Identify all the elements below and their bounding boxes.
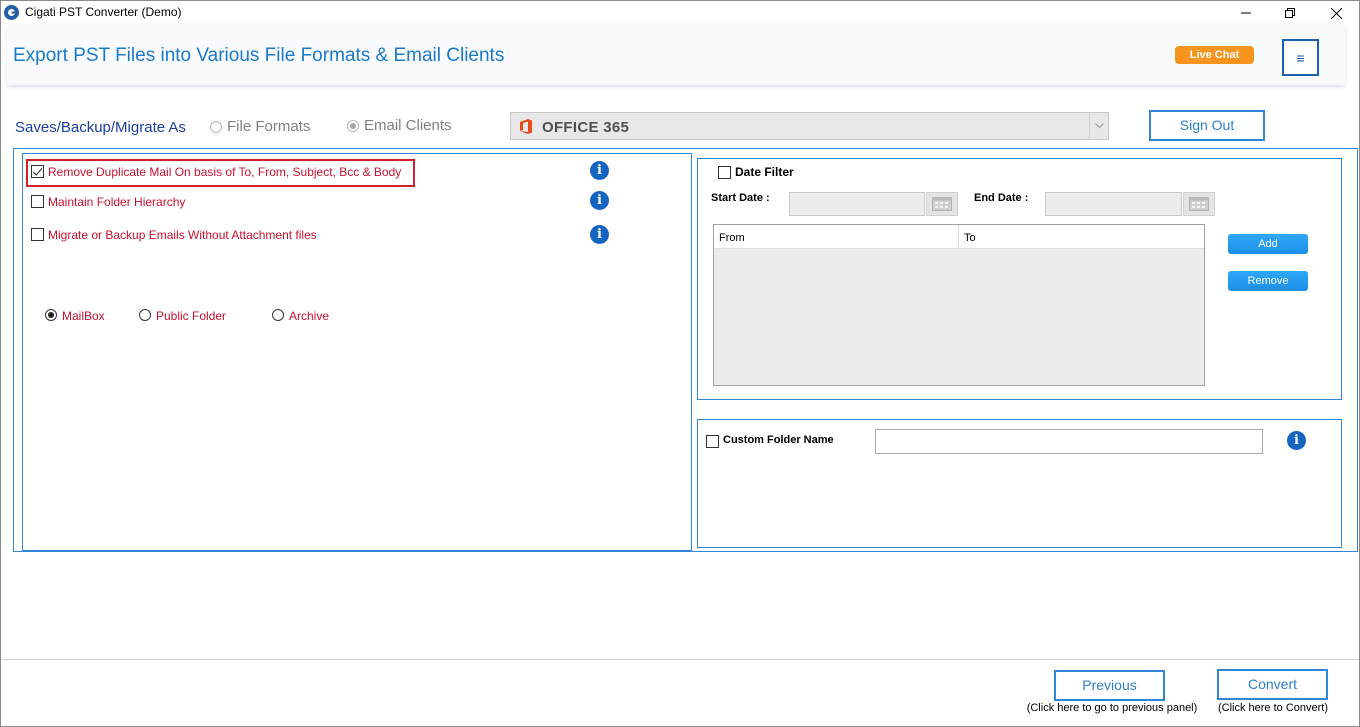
end-date-calendar-button[interactable] bbox=[1183, 192, 1215, 216]
restore-icon bbox=[1285, 8, 1295, 18]
date-filter-checkbox[interactable] bbox=[718, 166, 731, 179]
start-date-label: Start Date : bbox=[711, 192, 770, 204]
remove-duplicate-label: Remove Duplicate Mail On basis of To, Fr… bbox=[48, 165, 402, 179]
email-clients-radio[interactable] bbox=[347, 120, 359, 132]
custom-folder-name-input[interactable] bbox=[875, 429, 1263, 454]
app-logo-icon bbox=[4, 5, 19, 20]
maintain-hierarchy-checkbox[interactable] bbox=[31, 195, 44, 208]
minimize-button[interactable] bbox=[1223, 1, 1269, 25]
table-header: From To bbox=[714, 225, 1204, 249]
calendar-icon bbox=[1189, 197, 1209, 211]
start-date-input[interactable] bbox=[789, 192, 925, 216]
restore-button[interactable] bbox=[1267, 1, 1313, 25]
end-date-label: End Date : bbox=[974, 192, 1029, 204]
live-chat-button[interactable]: Live Chat bbox=[1175, 46, 1254, 64]
close-button[interactable] bbox=[1313, 1, 1359, 25]
options-panel bbox=[22, 153, 692, 551]
add-date-range-button[interactable]: Add bbox=[1228, 234, 1308, 254]
selected-email-client: OFFICE 365 bbox=[542, 119, 630, 136]
previous-hint: (Click here to go to previous panel) bbox=[1026, 702, 1198, 714]
chevron-down-icon bbox=[1094, 123, 1104, 129]
header-banner: Export PST Files into Various File Forma… bbox=[7, 25, 1345, 85]
page-title: Export PST Files into Various File Forma… bbox=[13, 45, 505, 66]
hamburger-icon: ≡ bbox=[1296, 49, 1305, 66]
minimize-icon bbox=[1241, 12, 1251, 14]
info-icon[interactable]: i bbox=[590, 161, 609, 180]
public-folder-radio[interactable] bbox=[139, 309, 151, 321]
file-formats-label: File Formats bbox=[227, 118, 311, 135]
custom-folder-checkbox[interactable] bbox=[706, 435, 719, 448]
calendar-icon bbox=[932, 197, 952, 211]
info-icon[interactable]: i bbox=[590, 191, 609, 210]
info-icon[interactable]: i bbox=[590, 225, 609, 244]
start-date-calendar-button[interactable] bbox=[926, 192, 958, 216]
without-attachment-checkbox[interactable] bbox=[31, 228, 44, 241]
remove-duplicate-checkbox[interactable] bbox=[31, 165, 44, 178]
convert-hint: (Click here to Convert) bbox=[1217, 702, 1329, 714]
archive-radio[interactable] bbox=[272, 309, 284, 321]
save-as-label: Saves/Backup/Migrate As bbox=[15, 119, 186, 136]
end-date-input[interactable] bbox=[1045, 192, 1182, 216]
window-title: Cigati PST Converter (Demo) bbox=[25, 5, 182, 19]
previous-button[interactable]: Previous bbox=[1054, 670, 1165, 701]
column-header-to: To bbox=[964, 232, 976, 244]
title-bar: Cigati PST Converter (Demo) bbox=[1, 1, 1359, 25]
maintain-hierarchy-label: Maintain Folder Hierarchy bbox=[48, 195, 186, 209]
email-clients-label: Email Clients bbox=[364, 117, 452, 134]
without-attachment-label: Migrate or Backup Emails Without Attachm… bbox=[48, 228, 317, 242]
office-365-icon bbox=[520, 119, 532, 134]
mailbox-radio[interactable] bbox=[45, 309, 57, 321]
date-filter-label: Date Filter bbox=[735, 165, 794, 179]
custom-folder-label: Custom Folder Name bbox=[723, 434, 834, 446]
public-folder-label: Public Folder bbox=[156, 309, 227, 323]
file-formats-radio[interactable] bbox=[210, 121, 222, 133]
date-range-table[interactable]: From To bbox=[713, 224, 1205, 386]
sign-out-button[interactable]: Sign Out bbox=[1149, 110, 1265, 141]
hamburger-menu-button[interactable]: ≡ bbox=[1282, 39, 1319, 76]
convert-button[interactable]: Convert bbox=[1217, 669, 1328, 700]
close-icon bbox=[1330, 7, 1342, 19]
footer-divider bbox=[2, 659, 1359, 660]
archive-label: Archive bbox=[289, 309, 330, 323]
column-divider bbox=[958, 225, 959, 249]
dropdown-arrow[interactable] bbox=[1089, 113, 1108, 139]
remove-date-range-button[interactable]: Remove bbox=[1228, 271, 1308, 291]
app-window: Cigati PST Converter (Demo) Export PST F… bbox=[0, 0, 1360, 727]
email-client-select[interactable]: OFFICE 365 bbox=[510, 112, 1109, 140]
info-icon[interactable]: i bbox=[1287, 431, 1306, 450]
column-header-from: From bbox=[719, 232, 745, 244]
mailbox-label: MailBox bbox=[62, 309, 105, 323]
